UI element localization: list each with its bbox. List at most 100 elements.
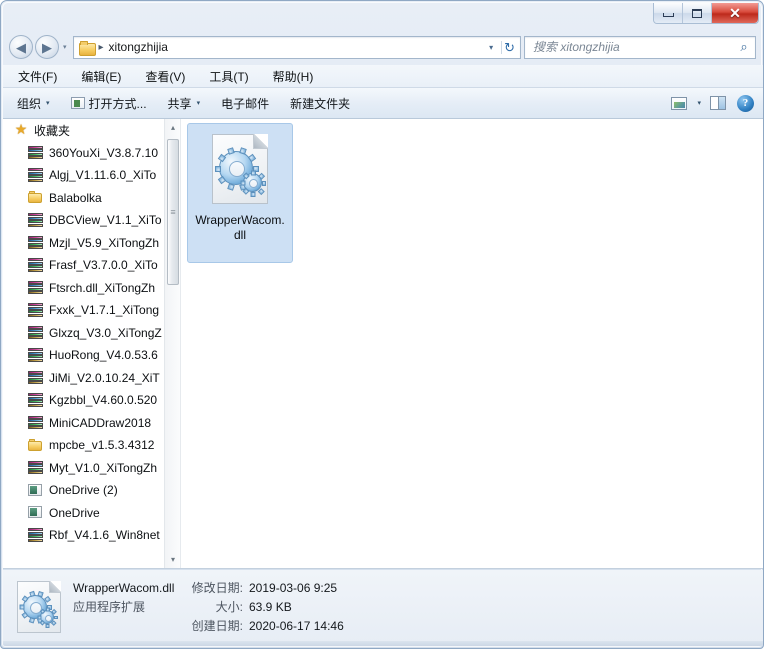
sidebar-item-rbf[interactable]: Rbf_V4.1.6_Win8net (3, 524, 173, 547)
sidebar-item-minicaddraw[interactable]: MiniCADDraw2018 (3, 412, 173, 435)
sidebar-item-myt[interactable]: Myt_V1.0_XiTongZh (3, 457, 173, 480)
view-layout-icon (671, 96, 688, 110)
menu-file[interactable]: 文件(F) (9, 66, 66, 87)
sidebar-item-algj[interactable]: Algj_V1.11.6.0_XiTo (3, 164, 173, 187)
winrar-archive-icon (28, 370, 43, 385)
address-bar[interactable]: ▸ xitongzhijia ▾ ↻ (72, 35, 521, 59)
file-item-selected[interactable]: WrapperWacom.dll (187, 123, 293, 263)
winrar-archive-icon (28, 528, 43, 542)
minimize-icon (662, 13, 674, 17)
new-folder-button[interactable]: 新建文件夹 (283, 92, 357, 115)
sidebar-item-label: Myt_V1.0_XiTongZh (49, 460, 158, 475)
sidebar-item-mzjl[interactable]: Mzjl_V5.9_XiTongZh (3, 232, 173, 255)
sidebar-item-label: Kgzbbl_V4.60.0.520 (49, 393, 158, 408)
sidebar-item-jimi[interactable]: JiMi_V2.0.10.24_XiT (3, 367, 173, 390)
menu-edit[interactable]: 编辑(E) (72, 66, 130, 87)
sidebar-item-ftsrch[interactable]: Ftsrch.dll_XiTongZh (3, 277, 173, 300)
sidebar-item-frasf[interactable]: Frasf_V3.7.0.0_XiTo (3, 254, 173, 277)
details-text: WrapperWacom.dll 应用程序扩展 修改日期: 2019-03-06… (73, 578, 344, 635)
details-filename-row: WrapperWacom.dll (73, 578, 177, 597)
share-with-button[interactable]: 共享 ▾ (161, 92, 208, 115)
email-button[interactable]: 电子邮件 (214, 92, 276, 115)
menu-tools[interactable]: 工具(T) (200, 66, 257, 87)
search-input[interactable] (525, 40, 733, 54)
close-button[interactable]: ✕ (712, 3, 758, 23)
sidebar-item-label: MiniCADDraw2018 (49, 415, 152, 430)
file-item-label: WrapperWacom.dll (195, 213, 285, 242)
sidebar-item-label: 360YouXi_V3.8.7.10 (49, 145, 158, 160)
command-toolbar: 组织 ▾ 打开方式... 共享 ▾ 电子邮件 新建文件夹 ▾ ? (3, 88, 763, 119)
details-modified-row: 修改日期: 2019-03-06 9:25 (177, 578, 344, 597)
breadcrumb[interactable]: ▸ xitongzhijia (74, 40, 486, 56)
sidebar-item-label: Balabolka (49, 190, 102, 205)
refresh-icon[interactable]: ↻ (501, 40, 520, 54)
sidebar-item-mpcbe[interactable]: mpcbe_v1.5.3.4312 (3, 434, 173, 457)
sidebar-item-360youxi[interactable]: 360YouXi_V3.8.7.10 (3, 142, 173, 165)
sidebar-group-favorites[interactable]: ★ 收藏夹 (3, 119, 173, 142)
maximize-button[interactable] (683, 3, 712, 23)
sidebar-item-label: Frasf_V3.7.0.0_XiTo (49, 258, 158, 273)
organize-label: 组织 (17, 96, 42, 111)
sidebar-item-dbcview[interactable]: DBCView_V1.1_XiTo (3, 209, 173, 232)
sidebar-item-glxzq[interactable]: Glxzq_V3.0_XiTongZ (3, 322, 173, 345)
app-shortcut-icon (28, 483, 43, 497)
sidebar-item-label: mpcbe_v1.5.3.4312 (49, 438, 155, 453)
gear-teeth (240, 170, 267, 197)
winrar-archive-icon (28, 168, 43, 182)
sidebar-item-onedrive[interactable]: OneDrive (3, 502, 173, 525)
details-size-row: 大小: 63.9 KB (177, 597, 344, 616)
window-bottom-edge (3, 641, 763, 646)
sidebar-item-onedrive-2[interactable]: OneDrive (2) (3, 479, 173, 502)
dll-gear-icon (212, 134, 268, 204)
details-modified-label: 修改日期: (191, 581, 243, 595)
details-modified-value: 2019-03-06 9:25 (249, 580, 338, 595)
scroll-down-arrow-icon[interactable]: ▾ (165, 551, 180, 568)
winrar-archive-icon (28, 235, 43, 250)
chevron-down-icon[interactable]: ▾ (485, 43, 501, 52)
recent-pages-dropdown[interactable]: ▾ (63, 43, 67, 51)
scroll-up-arrow-icon[interactable]: ▴ (165, 119, 180, 136)
winrar-archive-icon (28, 393, 43, 407)
details-size-value: 63.9 KB (249, 599, 292, 614)
sidebar-item-label: Glxzq_V3.0_XiTongZ (49, 325, 162, 340)
sidebar-item-balabolka[interactable]: Balabolka (3, 187, 173, 210)
preview-pane-icon[interactable] (710, 96, 726, 110)
file-list-pane[interactable]: WrapperWacom.dll (181, 119, 763, 568)
window-controls: ✕ (653, 3, 759, 24)
view-chevron-down-icon[interactable]: ▾ (697, 99, 701, 107)
sidebar-item-label: OneDrive (2) (49, 483, 118, 498)
search-box[interactable]: ⌕ (524, 35, 756, 59)
help-icon[interactable]: ? (737, 94, 754, 112)
address-bar-actions: ▾ ↻ (485, 40, 520, 54)
menu-help[interactable]: 帮助(H) (264, 66, 323, 87)
search-icon[interactable]: ⌕ (733, 39, 755, 55)
open-with-label: 打开方式... (88, 96, 147, 111)
navigation-buttons: ◀ ▶ ▾ (9, 35, 73, 59)
sidebar-item-label: JiMi_V2.0.10.24_XiT (49, 370, 160, 385)
sidebar-item-label: Rbf_V4.1.6_Win8net (49, 528, 160, 543)
navigation-scrollbar[interactable]: ▴ ▾ (164, 119, 180, 568)
back-button[interactable]: ◀ (9, 35, 33, 59)
details-file-type: 应用程序扩展 (73, 600, 146, 614)
menu-view[interactable]: 查看(V) (136, 66, 194, 87)
sidebar-item-label: OneDrive (49, 505, 100, 520)
sidebar-item-huorong[interactable]: HuoRong_V4.0.53.6 (3, 344, 173, 367)
breadcrumb-current[interactable]: xitongzhijia (109, 40, 168, 54)
scrollbar-thumb[interactable] (167, 139, 179, 285)
change-view-button[interactable] (666, 94, 692, 113)
winrar-archive-icon (28, 460, 43, 475)
organize-button[interactable]: 组织 ▾ (10, 92, 57, 115)
winrar-archive-icon (28, 348, 43, 362)
sidebar-item-label: Mzjl_V5.9_XiTongZh (49, 235, 160, 250)
close-icon: ✕ (729, 4, 741, 21)
content-area: ★ 收藏夹 360YouXi_V3.8.7.10 Algj_V1.11.6.0_… (3, 119, 763, 569)
forward-button[interactable]: ▶ (35, 35, 59, 59)
open-with-button[interactable]: 打开方式... (64, 92, 154, 115)
sidebar-item-label: Fxxk_V1.7.1_XiTong (49, 303, 160, 318)
sidebar-item-kgzbbl[interactable]: Kgzbbl_V4.60.0.520 (3, 389, 173, 412)
sidebar-item-fxxk[interactable]: Fxxk_V1.7.1_XiTong (3, 299, 173, 322)
minimize-button[interactable] (654, 3, 683, 23)
new-folder-label: 新建文件夹 (290, 96, 351, 111)
star-icon: ★ (14, 121, 28, 138)
open-with-icon (70, 97, 85, 109)
